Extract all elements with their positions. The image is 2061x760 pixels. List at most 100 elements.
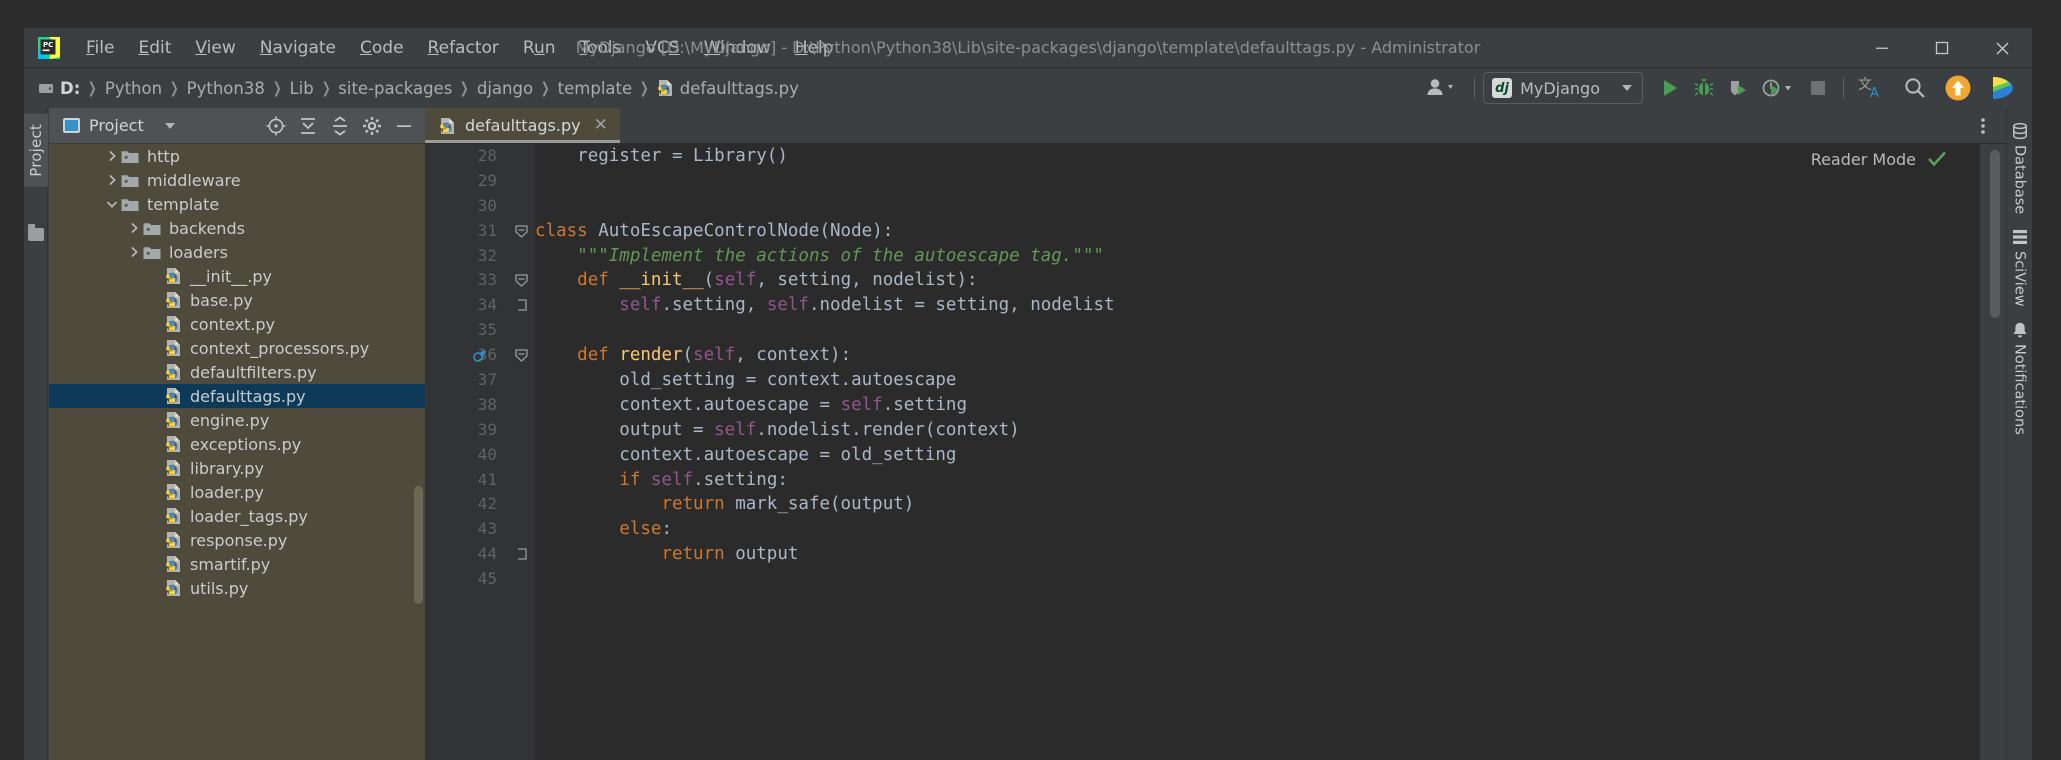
chevron-down-icon[interactable] [105,197,119,211]
settings-gear-icon[interactable] [357,111,387,141]
code-line[interactable]: 37 old_setting = context.autoescape [425,368,2006,393]
breadcrumb-item-python38[interactable]: Python38 [183,77,269,100]
tree-item-backends[interactable]: backends [49,216,425,240]
tree-item-template[interactable]: template [49,192,425,216]
reader-mode-indicator[interactable]: Reader Mode [1811,148,1948,170]
sidebar-item-sciview[interactable]: SciView [2011,228,2029,307]
tree-item--init-py[interactable]: __init__.py [49,264,425,288]
tree-expander[interactable] [125,219,143,237]
code-line[interactable]: 28 register = Library() [425,144,2006,169]
plugin-icon[interactable] [1980,71,2024,105]
sidebar-item-project[interactable]: Project [24,114,48,187]
tree-item-defaulttags-py[interactable]: defaulttags.py [49,384,425,408]
search-everywhere-icon[interactable] [1894,71,1936,105]
fold-collapse-icon[interactable] [513,343,529,368]
code-line[interactable]: 31 class AutoEscapeControlNode(Node): [425,219,2006,244]
debug-button[interactable] [1687,71,1721,105]
user-account-icon[interactable] [1420,71,1466,105]
tree-item-exceptions-py[interactable]: exceptions.py [49,432,425,456]
tree-expander[interactable] [103,147,121,165]
chevron-right-icon[interactable] [105,149,119,163]
fold-end-icon[interactable] [513,293,529,318]
chevron-right-icon[interactable] [105,173,119,187]
editor-tab-defaulttags[interactable]: defaulttags.py ✕ [425,108,620,143]
tree-expander[interactable] [125,243,143,261]
expand-all-icon[interactable] [293,111,323,141]
code-line[interactable]: 30 [425,194,2006,219]
maximize-button[interactable] [1912,28,1972,68]
breadcrumb-item-defaulttags[interactable]: defaulttags.py [653,77,803,100]
tree-item-response-py[interactable]: response.py [49,528,425,552]
collapse-all-icon[interactable] [325,111,355,141]
project-file-tree[interactable]: http middleware template backends loaders __i… [49,144,425,760]
tree-item-base-py[interactable]: base.py [49,288,425,312]
stop-button[interactable] [1801,71,1835,105]
breadcrumb-item-template[interactable]: template [554,77,636,100]
close-button[interactable] [1972,28,2032,68]
menu-item-window[interactable]: Window [692,28,783,68]
tree-item-http[interactable]: http [49,144,425,168]
code-line[interactable]: 33 def __init__(self, setting, nodelist)… [425,268,2006,293]
run-configuration-selector[interactable]: dj MyDjango [1483,72,1643,104]
tree-expander[interactable] [103,171,121,189]
menu-item-navigate[interactable]: Navigate [248,28,348,68]
project-panel-title-group[interactable]: Project [63,116,175,135]
hide-panel-icon[interactable] [389,111,419,141]
tree-expander[interactable] [103,195,121,213]
project-tree-scrollbar[interactable] [414,486,423,604]
more-vertical-icon[interactable] [1968,111,1998,141]
tree-item-utils-py[interactable]: utils.py [49,576,425,600]
breadcrumb-item-python[interactable]: Python [101,77,166,100]
tree-item-loader-tags-py[interactable]: loader_tags.py [49,504,425,528]
tree-item-engine-py[interactable]: engine.py [49,408,425,432]
tree-item-smartif-py[interactable]: smartif.py [49,552,425,576]
chevron-down-icon[interactable] [164,122,175,129]
run-button[interactable] [1653,71,1687,105]
tree-item-context-py[interactable]: context.py [49,312,425,336]
menu-item-file[interactable]: File [74,28,126,68]
sidebar-item-notifications[interactable]: Notifications [2011,321,2029,435]
menu-item-edit[interactable]: Edit [126,28,183,68]
code-line[interactable]: 45 [425,567,2006,592]
code-line[interactable]: 39 output = self.nodelist.render(context… [425,418,2006,443]
menu-item-refactor[interactable]: Refactor [416,28,511,68]
close-icon[interactable]: ✕ [594,117,608,134]
structure-folder-icon[interactable] [28,224,44,241]
translate-icon[interactable]: 文 A [1852,71,1894,105]
error-stripe-marker[interactable] [1980,144,2006,760]
code-line[interactable]: 43 else: [425,517,2006,542]
menu-item-code[interactable]: Code [348,28,416,68]
code-editor[interactable]: 28 register = Library() 29 30 31 class AutoE… [425,144,2006,760]
code-line[interactable]: 41 if self.setting: [425,468,2006,493]
code-line[interactable]: 29 [425,169,2006,194]
menu-item-view[interactable]: View [183,28,247,68]
update-project-icon[interactable] [1936,71,1980,105]
menu-item-tools[interactable]: Tools [568,28,634,68]
minimize-button[interactable] [1852,28,1912,68]
run-with-coverage-button[interactable] [1721,71,1755,105]
override-method-icon[interactable] [471,343,489,368]
fold-collapse-icon[interactable] [513,268,529,293]
fold-collapse-icon[interactable] [513,219,529,244]
breadcrumb-item-django[interactable]: django [473,77,537,100]
breadcrumb-item-lib[interactable]: Lib [285,77,317,100]
tree-item-middleware[interactable]: middleware [49,168,425,192]
tree-item-defaultfilters-py[interactable]: defaultfilters.py [49,360,425,384]
tree-item-loaders[interactable]: loaders [49,240,425,264]
code-line[interactable]: 40 context.autoescape = old_setting [425,443,2006,468]
code-line[interactable]: 35 [425,318,2006,343]
tree-item-loader-py[interactable]: loader.py [49,480,425,504]
select-opened-file-icon[interactable] [261,111,291,141]
menu-item-run[interactable]: Run [511,28,568,68]
code-line[interactable]: 44 return output [425,542,2006,567]
editor-scrollbar-thumb[interactable] [1990,150,2000,318]
code-line[interactable]: 42 return mark_safe(output) [425,492,2006,517]
tree-item-context-processors-py[interactable]: context_processors.py [49,336,425,360]
fold-end-icon[interactable] [513,542,529,567]
sidebar-item-database[interactable]: Database [2011,122,2029,214]
code-line[interactable]: 32 """Implement the actions of the autoe… [425,244,2006,269]
menu-item-vcs[interactable]: VCS [633,28,691,68]
chevron-right-icon[interactable] [127,245,141,259]
code-line[interactable]: 36 def render(self, context): [425,343,2006,368]
code-line[interactable]: 34 self.setting, self.nodelist = setting… [425,293,2006,318]
